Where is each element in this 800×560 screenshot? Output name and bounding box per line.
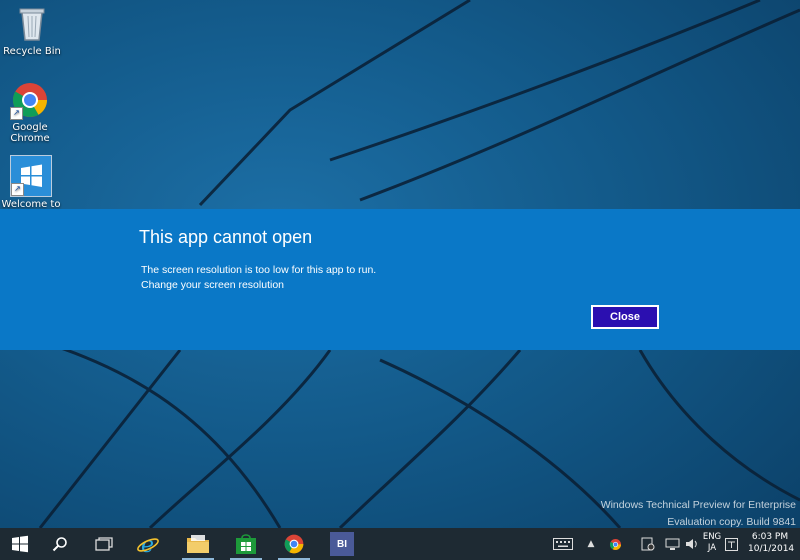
welcome-shortcut[interactable]: ↗ Welcome to [0,155,63,210]
tray-chrome[interactable] [606,528,624,560]
store-icon [236,534,256,554]
file-explorer-icon [187,535,209,553]
recycle-bin-shortcut[interactable]: Recycle Bin [0,4,64,57]
language-bottom: JA [707,543,717,553]
search-icon [52,537,67,552]
clock[interactable]: 6:03 PM 10/1/2014 [748,531,795,555]
google-chrome-shortcut[interactable]: ↗ Google Chrome [0,80,62,144]
action-center-icon [641,537,655,551]
dialog-title: This app cannot open [139,227,313,247]
close-button[interactable]: Close [591,305,659,329]
taskbar-store[interactable] [226,528,266,560]
recycle-bin-label: Recycle Bin [3,46,61,57]
change-resolution-link[interactable]: Change your screen resolution [141,279,284,291]
taskbar-internet-explorer[interactable]: e [128,528,168,560]
ime-icon [724,537,738,551]
clock-date: 10/1/2014 [748,544,795,554]
taskbar-app-bi[interactable]: BI [322,528,362,560]
app-cannot-open-dialog: This app cannot open The screen resoluti… [0,209,800,350]
shortcut-arrow-icon: ↗ [10,107,23,120]
task-view-icon [95,537,113,551]
language-top: ENG [702,532,722,542]
touch-keyboard-button[interactable] [550,528,576,560]
app-bi-label: BI [337,538,347,550]
task-view-button[interactable] [84,528,124,560]
tray-ime[interactable] [722,528,740,560]
clock-time: 6:03 PM [751,532,789,542]
internet-explorer-icon: e [137,533,159,556]
chrome-icon [284,534,304,554]
google-chrome-label: Google Chrome [10,122,50,144]
tray-network[interactable] [662,528,682,560]
tray-action-center[interactable] [638,528,658,560]
windows-logo-icon: ↗ [10,155,52,197]
taskbar: e BI ▲ ENG JA 6:03 PM 10/1/2014 [0,528,800,560]
taskbar-file-explorer[interactable] [178,528,218,560]
network-icon [665,538,679,550]
volume-icon [686,539,697,549]
show-hidden-icons-button[interactable]: ▲ [584,528,598,560]
chrome-icon: ↗ [10,80,50,120]
search-button[interactable] [40,528,80,560]
recycle-bin-icon [12,4,52,44]
taskbar-chrome[interactable] [274,528,314,560]
chevron-up-icon: ▲ [587,539,595,549]
windows-start-icon [12,535,28,553]
dialog-message: The screen resolution is too low for thi… [141,264,377,276]
watermark-line2: Evaluation copy. Build 9841 [667,516,796,528]
language-indicator[interactable]: ENG JA [700,532,724,554]
tray-volume[interactable] [684,528,700,560]
start-button[interactable] [0,528,40,560]
watermark-line1: Windows Technical Preview for Enterprise [600,499,796,511]
svg-text:e: e [141,533,154,556]
chrome-icon [609,538,621,550]
app-bi-icon: BI [330,532,354,556]
shortcut-arrow-icon: ↗ [11,183,24,196]
keyboard-icon [553,538,573,550]
